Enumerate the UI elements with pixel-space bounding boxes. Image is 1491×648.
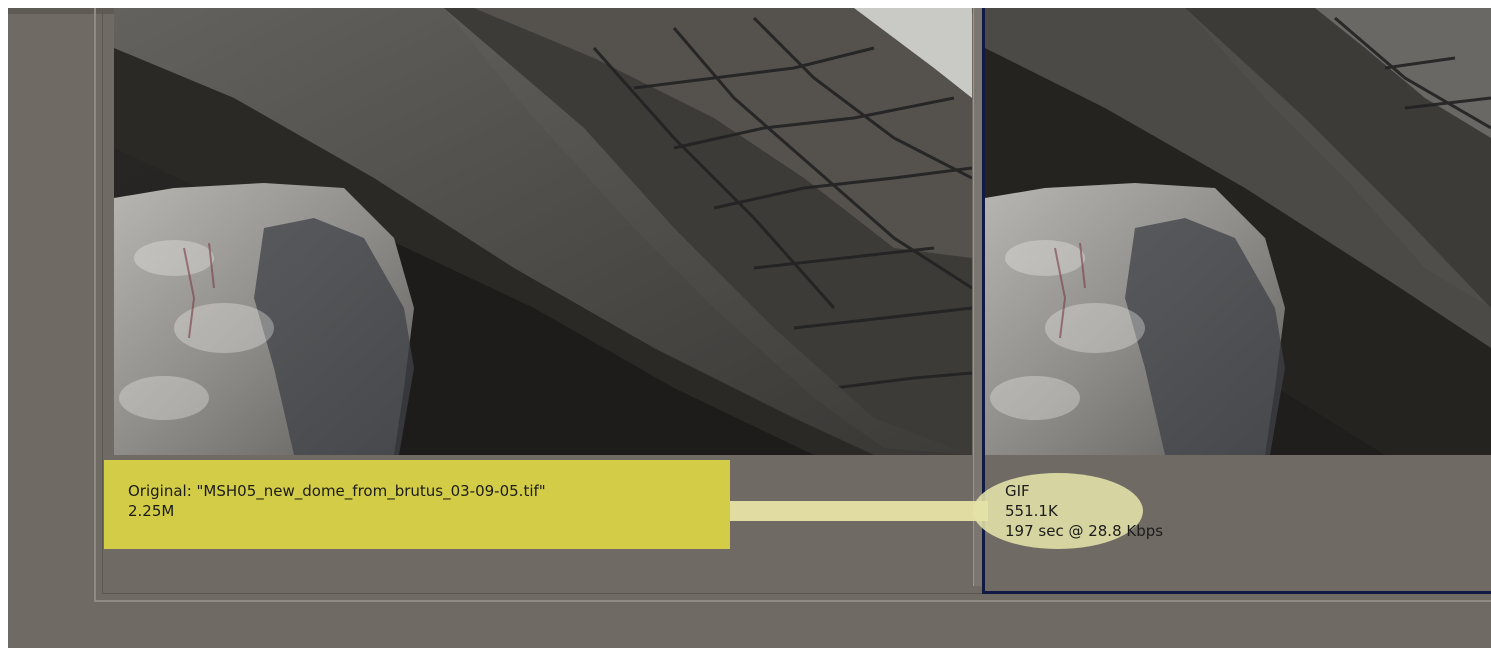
optimized-info-text: GIF 551.1K 197 sec @ 28.8 Kbps (1005, 481, 1163, 541)
optimized-image-preview[interactable] (985, 8, 1491, 455)
optimized-file-size: 551.1K (1005, 502, 1058, 520)
optimized-format: GIF (1005, 482, 1030, 500)
mountain-photo-gif (985, 8, 1491, 455)
mountain-photo (114, 8, 972, 455)
optimized-download-time: 197 sec @ 28.8 Kbps (1005, 522, 1164, 540)
original-image-preview[interactable] (114, 8, 972, 455)
highlight-connector (730, 501, 988, 521)
original-file-size: 2.25M (128, 502, 175, 520)
original-info-text: Original: "MSH05_new_dome_from_brutus_03… (128, 481, 546, 521)
save-for-web-window: Original: "MSH05_new_dome_from_brutus_03… (8, 8, 1491, 648)
original-file-label: Original: "MSH05_new_dome_from_brutus_03… (128, 482, 546, 500)
